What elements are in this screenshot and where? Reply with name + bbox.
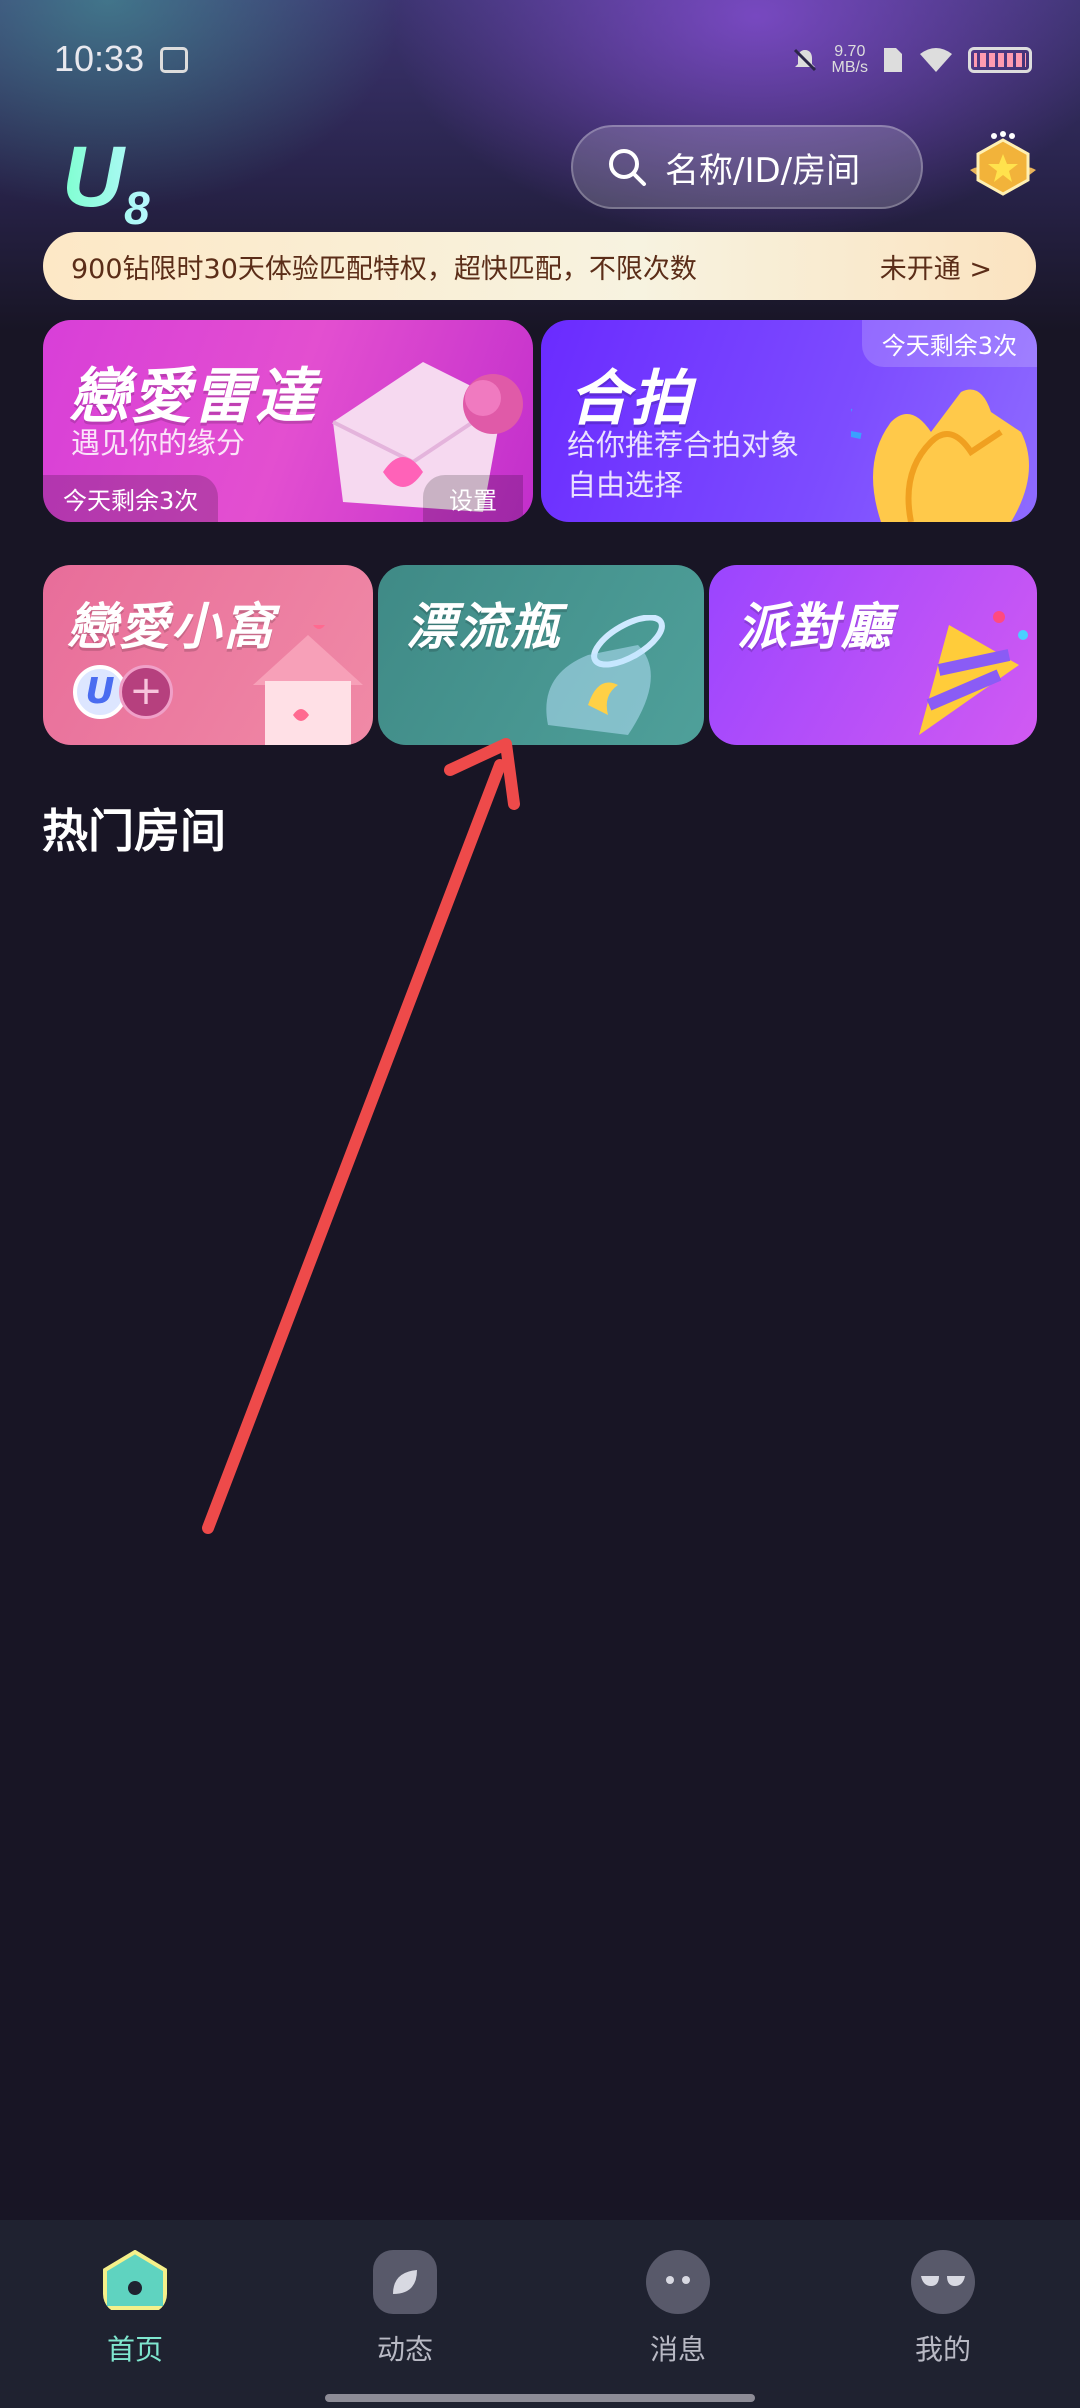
home-icon (103, 2249, 167, 2310)
nav-home[interactable]: 首页 (65, 2249, 205, 2368)
nav-messages[interactable]: 消息 (608, 2250, 748, 2368)
nav-messages-label: 消息 (649, 2333, 706, 2366)
nav-profile-label: 我的 (914, 2333, 971, 2366)
annotation-arrow (202, 738, 520, 1534)
chat-icon (646, 2250, 710, 2314)
profile-icon (911, 2250, 975, 2314)
home-indicator[interactable] (325, 2394, 755, 2402)
nav-profile[interactable]: 我的 (873, 2250, 1013, 2368)
nav-feed[interactable]: 动态 (335, 2250, 475, 2368)
leaf-icon (373, 2250, 437, 2314)
bottom-navigation: 首页 动态 消息 我的 (0, 2220, 1080, 2408)
nav-feed-label: 动态 (376, 2333, 433, 2366)
nav-home-label: 首页 (106, 2333, 163, 2366)
